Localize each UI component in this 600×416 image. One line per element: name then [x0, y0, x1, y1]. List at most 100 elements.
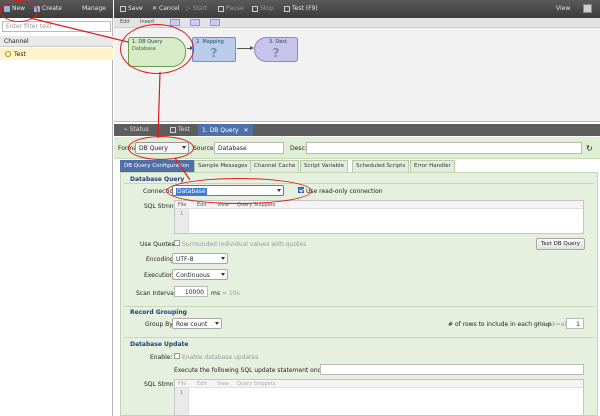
editor-snippets-menu[interactable]: Query Snippets [237, 202, 276, 208]
bottom-tab-bar: ⌁ Status Test 1. DB Query ✕ [114, 124, 600, 136]
tab-test[interactable]: Test [170, 126, 190, 133]
filter-input[interactable]: Enter filter text [2, 21, 111, 32]
flow-chip-1[interactable] [170, 19, 180, 26]
editor-edit-menu[interactable]: Edit [197, 202, 207, 208]
description-field[interactable] [306, 142, 582, 154]
start-button[interactable]: ▷ Start [186, 5, 207, 12]
test-icon [170, 126, 176, 133]
channel-header: Channel [0, 36, 113, 47]
format-select[interactable]: DB Query [135, 142, 189, 154]
editor-view-menu[interactable]: View [217, 202, 229, 208]
scan-interval-hint: = 10s [222, 290, 240, 297]
editor-snippets-menu[interactable]: Query Snippets [237, 381, 276, 387]
use-quotes-label: Use Quotes: [140, 241, 177, 248]
node-mapping[interactable]: 2. Mapping ? [192, 37, 236, 62]
channel-panel [0, 0, 113, 416]
use-quotes-option: Surrounded individual values with quotes [182, 241, 307, 248]
encoding-select[interactable]: UTF-8 [172, 253, 228, 264]
view-menu[interactable]: View [556, 5, 570, 12]
readonly-checkbox[interactable] [298, 187, 304, 193]
rows-per-group-field[interactable]: 1 [566, 318, 584, 329]
use-quotes-checkbox[interactable] [174, 240, 180, 246]
flow-toolbar: Edit Insert [114, 18, 600, 28]
left-toolbar: New Create Manage [0, 0, 113, 18]
tab-sample-messages[interactable]: Sample Messages [194, 160, 252, 172]
tab-channel-cache[interactable]: Channel Cache [250, 160, 300, 172]
readonly-label: Use read-only connection [306, 188, 383, 195]
pause-icon [218, 5, 224, 12]
node-subtitle: Database [132, 46, 156, 52]
close-icon[interactable]: ✕ [244, 127, 249, 134]
enable-updates-checkbox[interactable] [174, 353, 180, 359]
new-icon [4, 5, 10, 12]
execute-label: Execute the following SQL update stateme… [174, 367, 339, 374]
toolbar-scroll-handle[interactable] [583, 4, 592, 13]
rows-per-group-label: # of rows to include in each group [448, 321, 552, 328]
create-icon [34, 5, 40, 12]
node-destination[interactable]: 3. Dest. ? [254, 37, 298, 62]
new-button[interactable]: New [4, 5, 25, 12]
section-header-database-query: Database Query [130, 176, 185, 183]
update-sql-editor[interactable]: File Edit View Query Snippets 1 [174, 379, 584, 416]
node-title: 1. DB Query [132, 39, 163, 45]
tab-script-variable[interactable]: Script Variable [300, 160, 348, 172]
flow-arrow [237, 46, 254, 50]
editor-file-menu[interactable]: File [178, 381, 186, 387]
section-header-record-grouping: Record Grouping [130, 309, 187, 316]
execution-select[interactable]: Continuous [172, 269, 228, 280]
group-by-select[interactable]: Row count [172, 318, 222, 329]
editor-toolbar: File Edit View Query Snippets [175, 201, 583, 209]
sql-editor[interactable]: File Edit View Query Snippets 1 [174, 200, 584, 234]
stop-icon [252, 5, 258, 12]
status-icon: ⌁ [124, 126, 128, 133]
flow-chip-2[interactable] [190, 19, 200, 26]
refresh-icon[interactable]: ↻ [586, 144, 593, 153]
test-db-query-button[interactable]: Test DB Query [536, 238, 586, 250]
sql-statement-label: SQL Stmnt: [144, 203, 178, 210]
desc-label: Desc: [290, 145, 307, 152]
editor-toolbar: File Edit View Query Snippets [175, 380, 583, 388]
flow-chip-3[interactable] [210, 19, 220, 26]
scan-interval-field[interactable]: 10000 [174, 286, 208, 297]
tab-db-query-configuration[interactable]: DB Query Configuration [120, 160, 194, 172]
chevron-down-icon [221, 273, 225, 276]
connection-select[interactable]: Database [172, 185, 284, 196]
create-button[interactable]: Create [34, 5, 62, 12]
flow-canvas [114, 18, 600, 122]
channel-item-test[interactable]: Test [0, 48, 113, 60]
stop-button[interactable]: Stop [252, 5, 274, 12]
scan-interval-unit: ms [211, 290, 220, 297]
divider [124, 183, 594, 184]
editor-edit-menu[interactable]: Edit [197, 381, 207, 387]
pause-button[interactable]: Pause [218, 5, 244, 12]
scan-interval-label: Scan Interval: [136, 290, 178, 297]
tab-db-query[interactable]: 1. DB Query ✕ [198, 124, 253, 136]
tab-status[interactable]: ⌁ Status [124, 126, 149, 133]
manage-button[interactable]: Manage [82, 5, 106, 12]
test-button[interactable]: Test (F9) [284, 5, 318, 12]
cancel-button[interactable]: ✕ Cancel [152, 5, 179, 12]
editor-view-menu[interactable]: View [217, 381, 229, 387]
main-toolbar: Save ✕ Cancel ▷ Start Pause Stop Test (F… [114, 0, 600, 18]
node-title: 3. Dest. [269, 39, 289, 45]
save-button[interactable]: Save [120, 5, 143, 12]
tab-scheduled-scripts[interactable]: Scheduled Scripts [352, 160, 410, 172]
close-icon: ✕ [152, 5, 158, 12]
flow-edit-menu[interactable]: Edit [120, 19, 130, 25]
divider [124, 337, 594, 338]
line-gutter: 1 [175, 388, 189, 415]
flow-arrow [187, 46, 194, 50]
flow-insert-menu[interactable]: Insert [140, 19, 154, 25]
play-icon: ▷ [186, 5, 191, 12]
section-header-database-update: Database Update [130, 341, 189, 348]
node-db-query[interactable]: 1. DB Query Database [128, 37, 186, 67]
test-icon [284, 5, 290, 12]
editor-file-menu[interactable]: File [178, 202, 186, 208]
chevron-down-icon [221, 257, 225, 260]
node-unknown-icon: ? [210, 46, 218, 60]
source-field[interactable]: Database [214, 142, 284, 154]
source-label: Source: [193, 145, 216, 152]
update-frequency-field[interactable] [320, 364, 584, 375]
enable-updates-option: Enable database updates [182, 354, 259, 361]
tab-error-handler[interactable]: Error Handler [410, 160, 455, 172]
